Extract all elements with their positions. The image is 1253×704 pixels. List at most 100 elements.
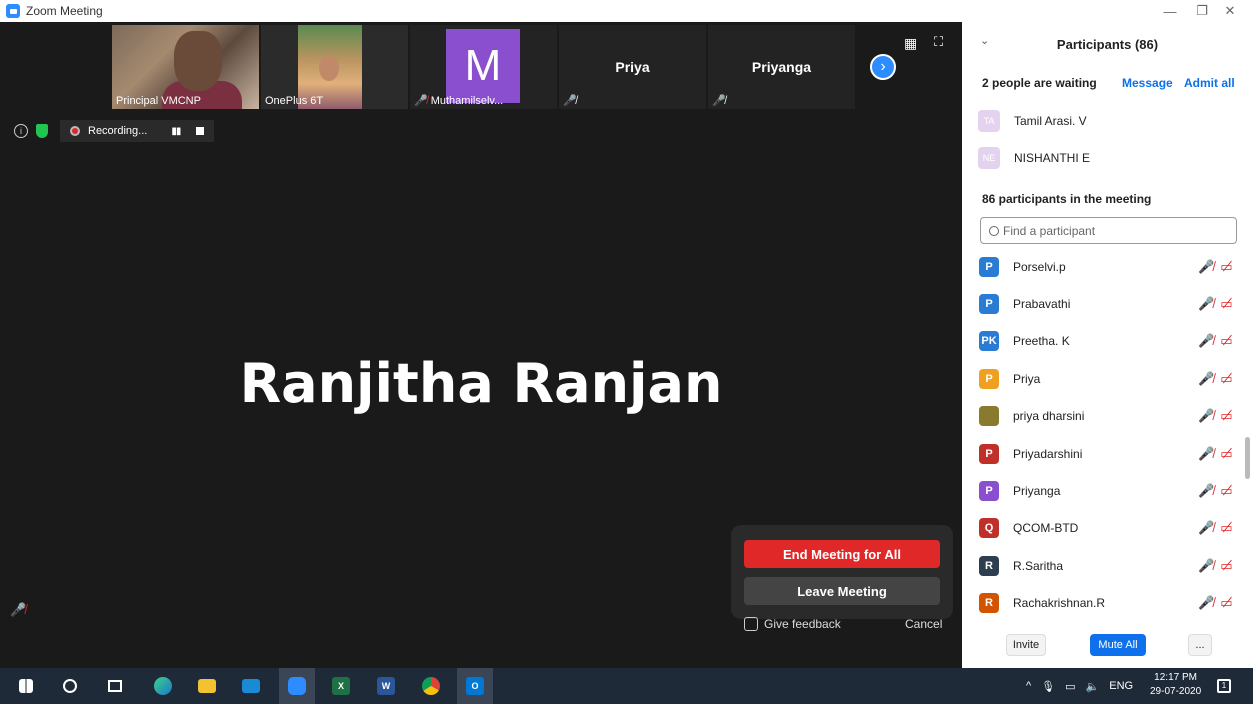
task-view-icon[interactable] <box>97 668 133 704</box>
scrollbar[interactable] <box>1245 437 1250 479</box>
video-off-icon[interactable]: ▭̸ <box>1220 371 1232 387</box>
zoom-taskbar-icon[interactable] <box>279 668 315 704</box>
mic-muted-icon[interactable]: 🎤̸ <box>1198 446 1214 462</box>
time: 12:17 PM <box>1154 672 1197 683</box>
mic-muted-icon[interactable]: 🎤̸ <box>1198 558 1214 574</box>
video-off-icon[interactable]: ▭̸ <box>1220 408 1232 424</box>
mic-muted-icon[interactable]: 🎤̸ <box>1198 333 1214 349</box>
feedback-label: Give feedback <box>764 617 841 631</box>
video-off-icon[interactable]: ▭̸ <box>1220 446 1232 462</box>
mic-muted-icon[interactable]: 🎤̸ <box>1198 408 1214 424</box>
cancel-button[interactable]: Cancel <box>905 617 942 631</box>
muted-status-icons: 🎤̸ ▭̸ <box>1198 483 1232 499</box>
avatar <box>979 406 999 427</box>
avatar: P <box>979 294 999 315</box>
windows-start-icon[interactable] <box>8 668 44 704</box>
pause-recording-button[interactable]: ▮▮ <box>171 126 181 137</box>
language-indicator[interactable]: ENG <box>1109 680 1133 692</box>
participant-row[interactable]: P Porselvi.p 🎤̸ ▭̸ <box>962 248 1247 285</box>
mic-muted-icon[interactable]: 🎤̸ <box>1198 371 1214 387</box>
avatar: TA <box>978 110 1000 132</box>
video-thumbnail[interactable]: M 🎤̸ Muthamilselv... <box>410 25 557 109</box>
network-icon[interactable]: ▭ <box>1065 680 1075 693</box>
thumbnail-big-name: Priyanga <box>751 59 812 75</box>
windows-taskbar: X W O ^ 🎙 ▭ 🔈 ENG 12:17 PM 29-07-2020 1 <box>0 668 1253 704</box>
clock[interactable]: 12:17 PM 29-07-2020 <box>1150 671 1201 699</box>
leave-meeting-button[interactable]: Leave Meeting <box>744 577 940 605</box>
microphone-icon[interactable]: 🎙 <box>1041 680 1055 693</box>
mic-muted-icon: 🎤̸ <box>10 602 27 617</box>
video-off-icon[interactable]: ▭̸ <box>1220 333 1232 349</box>
close-button[interactable]: ✕ <box>1210 0 1250 22</box>
participant-row[interactable]: P Priyadarshini 🎤̸ ▭̸ <box>962 435 1247 472</box>
video-thumbnail[interactable]: OnePlus 6T <box>261 25 408 109</box>
video-thumbnail[interactable]: Priyanga 🎤̸ <box>708 25 855 109</box>
video-off-icon[interactable]: ▭̸ <box>1220 558 1232 574</box>
file-explorer-icon[interactable] <box>189 668 225 704</box>
video-thumbnail[interactable]: Priya 🎤̸ <box>559 25 706 109</box>
give-feedback[interactable]: Give feedback <box>744 617 841 631</box>
avatar: P <box>979 368 999 389</box>
collapse-chevron-icon[interactable]: ⌄ <box>980 34 989 47</box>
participant-row[interactable]: P Priya 🎤̸ ▭̸ <box>962 360 1247 397</box>
participant-row[interactable]: R Rachakrishnan.R 🎤̸ ▭̸ <box>962 585 1247 622</box>
recording-indicator: Recording... ▮▮ <box>60 120 215 142</box>
mic-muted-icon[interactable]: 🎤̸ <box>1198 520 1214 536</box>
message-waiting-button[interactable]: Message <box>1122 76 1173 90</box>
mic-muted-icon[interactable]: 🎤̸ <box>1198 595 1214 611</box>
mail-icon[interactable] <box>233 668 269 704</box>
participant-row[interactable]: priya dharsini 🎤̸ ▭̸ <box>962 398 1247 435</box>
active-speaker-name: Ranjitha Ranjan <box>239 352 723 415</box>
word-icon[interactable]: W <box>368 668 404 704</box>
avatar: M <box>446 29 520 103</box>
mute-all-button[interactable]: Mute All <box>1090 634 1146 656</box>
excel-icon[interactable]: X <box>323 668 359 704</box>
video-off-icon[interactable]: ▭̸ <box>1220 595 1232 611</box>
search-input[interactable]: Find a participant <box>980 217 1237 244</box>
feedback-checkbox[interactable] <box>744 617 758 631</box>
shield-icon[interactable] <box>36 124 48 138</box>
date: 29-07-2020 <box>1150 686 1202 697</box>
search-icon <box>989 225 999 236</box>
end-meeting-for-all-button[interactable]: End Meeting for All <box>744 540 940 568</box>
mic-muted-icon[interactable]: 🎤̸ <box>1198 483 1214 499</box>
muted-status-icons: 🎤̸ ▭̸ <box>1198 558 1232 574</box>
participant-row[interactable]: P Prabavathi 🎤̸ ▭̸ <box>962 285 1247 322</box>
muted-status-icons: 🎤̸ ▭̸ <box>1198 446 1232 462</box>
waiting-participant[interactable]: TA Tamil Arasi. V <box>978 108 1238 134</box>
outlook-icon[interactable]: O <box>457 668 493 704</box>
more-options-button[interactable]: ... <box>1188 634 1212 656</box>
avatar: R <box>979 593 999 614</box>
invite-button[interactable]: Invite <box>1006 634 1046 656</box>
fullscreen-icon[interactable]: ⛶ <box>934 34 943 50</box>
video-off-icon[interactable]: ▭̸ <box>1220 296 1232 312</box>
mic-muted-icon[interactable]: 🎤̸ <box>1198 259 1214 275</box>
edge-icon[interactable] <box>145 668 181 704</box>
thumbnail-strip: Principal VMCNP OnePlus 6T M 🎤̸ Muthamils… <box>112 25 900 109</box>
video-off-icon[interactable]: ▭̸ <box>1220 520 1232 536</box>
next-page-icon[interactable]: › <box>870 54 896 80</box>
stop-recording-button[interactable] <box>196 127 205 135</box>
gallery-view-icon[interactable]: ▦ <box>904 35 917 52</box>
search-icon[interactable] <box>52 668 88 704</box>
video-area: Principal VMCNP OnePlus 6T M 🎤̸ Muthamils… <box>0 22 962 668</box>
chrome-icon[interactable] <box>413 668 449 704</box>
avatar: P <box>979 481 999 502</box>
video-thumbnail[interactable]: Principal VMCNP <box>112 25 259 109</box>
volume-icon[interactable]: 🔈 <box>1086 680 1100 693</box>
info-icon[interactable]: i <box>14 124 28 138</box>
waiting-participant-name: NISHANTHI E <box>1014 151 1091 165</box>
participant-row[interactable]: PK Preetha. K 🎤̸ ▭̸ <box>962 323 1247 360</box>
participant-row[interactable]: Q QCOM-BTD 🎤̸ ▭̸ <box>962 510 1247 547</box>
notification-count: 1 <box>1217 679 1231 693</box>
video-off-icon[interactable]: ▭̸ <box>1220 483 1232 499</box>
admit-all-button[interactable]: Admit all <box>1184 76 1235 90</box>
video-off-icon[interactable]: ▭̸ <box>1220 259 1232 275</box>
notification-icon[interactable]: 1 <box>1217 668 1231 704</box>
thumbnail-name: OnePlus 6T <box>265 95 324 107</box>
mic-muted-icon[interactable]: 🎤̸ <box>1198 296 1214 312</box>
participant-row[interactable]: P Priyanga 🎤̸ ▭̸ <box>962 472 1247 509</box>
waiting-participant[interactable]: NE NISHANTHI E <box>978 145 1238 171</box>
participant-row[interactable]: R R.Saritha 🎤̸ ▭̸ <box>962 547 1247 584</box>
chevron-up-icon[interactable]: ^ <box>1026 680 1031 692</box>
